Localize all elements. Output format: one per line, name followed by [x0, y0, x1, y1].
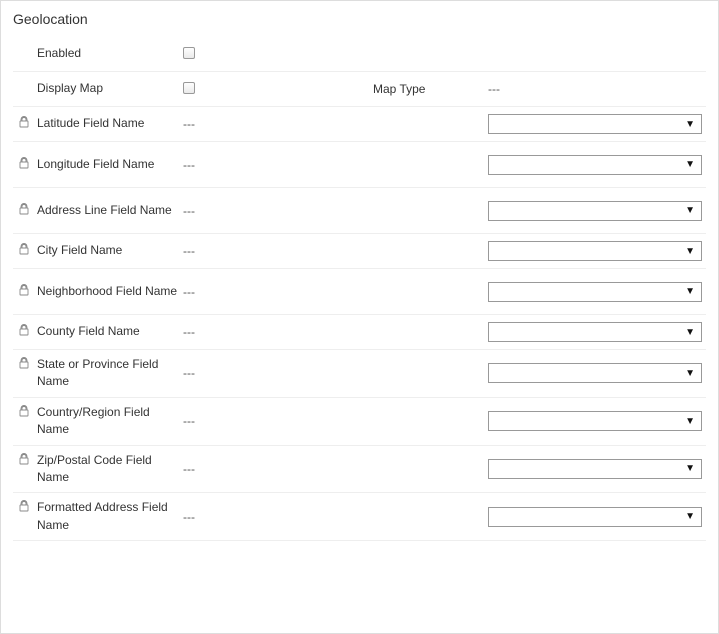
map-type-value: --- — [488, 82, 706, 96]
map-type-label: Map Type — [373, 82, 488, 96]
field-row: County Field Name --- ▼ — [13, 315, 706, 350]
field-dropdown[interactable]: ▼ — [488, 459, 702, 479]
field-label: Neighborhood Field Name — [37, 283, 177, 300]
field-row: Address Line Field Name --- ▼ — [13, 188, 706, 234]
lock-icon — [19, 453, 33, 465]
field-dropdown[interactable]: ▼ — [488, 411, 702, 431]
chevron-down-icon: ▼ — [685, 119, 695, 130]
field-left-value: --- — [183, 414, 373, 428]
chevron-down-icon: ▼ — [685, 368, 695, 379]
enabled-checkbox[interactable] — [183, 47, 195, 59]
field-label: Latitude Field Name — [37, 115, 144, 132]
lock-icon — [19, 157, 33, 169]
row-enabled: Enabled — [13, 37, 706, 72]
lock-icon — [19, 284, 33, 296]
field-label: Formatted Address Field Name — [37, 499, 183, 534]
display-map-checkbox[interactable] — [183, 82, 195, 94]
chevron-down-icon: ▼ — [685, 511, 695, 522]
chevron-down-icon: ▼ — [685, 286, 695, 297]
field-dropdown[interactable]: ▼ — [488, 114, 702, 134]
field-dropdown[interactable]: ▼ — [488, 201, 702, 221]
field-left-value: --- — [183, 366, 373, 380]
chevron-down-icon: ▼ — [685, 159, 695, 170]
lock-icon — [19, 324, 33, 336]
field-left-value: --- — [183, 462, 373, 476]
chevron-down-icon: ▼ — [685, 416, 695, 427]
chevron-down-icon: ▼ — [685, 246, 695, 257]
field-dropdown[interactable]: ▼ — [488, 363, 702, 383]
field-row: Neighborhood Field Name --- ▼ — [13, 269, 706, 315]
enabled-label: Enabled — [37, 45, 81, 62]
field-row: Country/Region Field Name--- ▼ — [13, 398, 706, 446]
field-label: City Field Name — [37, 242, 122, 259]
row-display-map: Display Map Map Type --- — [13, 72, 706, 107]
geolocation-panel: Geolocation Enabled Display Map Map Type… — [0, 0, 719, 634]
lock-icon — [19, 500, 33, 512]
field-row: Formatted Address Field Name--- ▼ — [13, 493, 706, 541]
field-row: Longitude Field Name --- ▼ — [13, 142, 706, 188]
field-label: Longitude Field Name — [37, 156, 154, 173]
chevron-down-icon: ▼ — [685, 205, 695, 216]
field-label: State or Province Field Name — [37, 356, 183, 391]
field-left-value: --- — [183, 285, 373, 299]
field-left-value: --- — [183, 244, 373, 258]
field-row: Latitude Field Name --- ▼ — [13, 107, 706, 142]
field-left-value: --- — [183, 325, 373, 339]
field-left-value: --- — [183, 204, 373, 218]
field-label: Zip/Postal Code Field Name — [37, 452, 183, 487]
field-row: Zip/Postal Code Field Name--- ▼ — [13, 446, 706, 494]
field-left-value: --- — [183, 510, 373, 524]
lock-icon — [19, 203, 33, 215]
chevron-down-icon: ▼ — [685, 463, 695, 474]
field-dropdown[interactable]: ▼ — [488, 322, 702, 342]
field-dropdown[interactable]: ▼ — [488, 241, 702, 261]
field-dropdown[interactable]: ▼ — [488, 155, 702, 175]
lock-icon — [19, 116, 33, 128]
field-label: County Field Name — [37, 323, 140, 340]
field-row: City Field Name --- ▼ — [13, 234, 706, 269]
chevron-down-icon: ▼ — [685, 327, 695, 338]
section-title: Geolocation — [13, 11, 706, 27]
lock-icon — [19, 405, 33, 417]
lock-icon — [19, 243, 33, 255]
field-dropdown[interactable]: ▼ — [488, 507, 702, 527]
field-label: Country/Region Field Name — [37, 404, 183, 439]
display-map-label: Display Map — [37, 80, 103, 97]
field-label: Address Line Field Name — [37, 202, 172, 219]
field-dropdown[interactable]: ▼ — [488, 282, 702, 302]
field-row: State or Province Field Name--- ▼ — [13, 350, 706, 398]
lock-icon — [19, 357, 33, 369]
field-left-value: --- — [183, 117, 373, 131]
field-left-value: --- — [183, 158, 373, 172]
